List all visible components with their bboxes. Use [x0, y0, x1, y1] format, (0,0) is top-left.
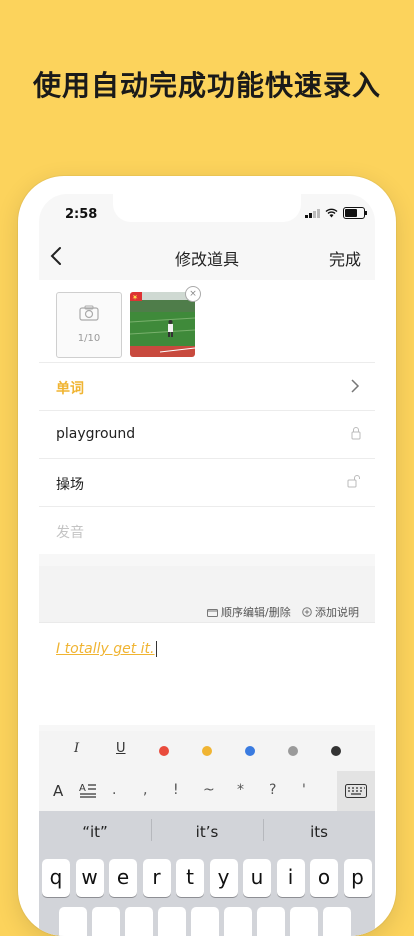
- note-text: I totally get it.: [56, 641, 157, 657]
- pronunciation-field[interactable]: 发音: [39, 506, 375, 554]
- phone-frame: 2:58 修改道具 完成 1/10 × 单词 playground 操场 发音 …: [18, 176, 396, 936]
- photo-count: 1/10: [77, 333, 101, 344]
- word-value: playground: [56, 426, 136, 442]
- keyboard-key[interactable]: [323, 907, 351, 936]
- symbol-key[interactable]: ,: [143, 782, 147, 798]
- promo-headline: 使用自动完成功能快速录入: [32, 69, 381, 102]
- underline-button[interactable]: U: [116, 741, 126, 756]
- meaning-field[interactable]: 操场: [39, 458, 375, 506]
- color-yellow-button[interactable]: [202, 746, 212, 756]
- chevron-right-icon: [351, 379, 360, 393]
- keyboard-key[interactable]: [125, 907, 153, 936]
- word-field[interactable]: playground: [39, 410, 375, 458]
- key-o[interactable]: o: [310, 859, 338, 897]
- battery-icon: [343, 207, 367, 219]
- add-note-button[interactable]: 添加说明: [302, 604, 359, 620]
- key-q[interactable]: q: [42, 859, 70, 897]
- note-editor[interactable]: I totally get it.: [39, 622, 375, 725]
- format-toolbar: I U: [39, 731, 375, 771]
- italic-button[interactable]: I: [74, 741, 79, 756]
- keyboard-icon: [345, 784, 367, 798]
- remove-photo-icon[interactable]: ×: [185, 286, 201, 302]
- hide-keyboard-button[interactable]: [337, 771, 375, 811]
- key-u[interactable]: u: [243, 859, 271, 897]
- symbol-key[interactable]: ~: [203, 782, 215, 798]
- keyboard-key[interactable]: [290, 907, 318, 936]
- lock-closed-icon[interactable]: [351, 426, 361, 440]
- key-e[interactable]: e: [109, 859, 137, 897]
- suggestion-item[interactable]: “it”: [39, 823, 151, 841]
- camera-icon: [79, 305, 99, 321]
- plus-circle-icon: [302, 607, 312, 617]
- svg-text:A: A: [79, 783, 86, 794]
- keyboard-key[interactable]: [257, 907, 285, 936]
- keyboard-key[interactable]: [92, 907, 120, 936]
- key-i[interactable]: i: [276, 859, 305, 897]
- meaning-value: 操场: [56, 477, 84, 493]
- page-title: 修改道具: [174, 250, 239, 269]
- reorder-label: 顺序编辑/删除: [221, 606, 291, 619]
- suggestion-item[interactable]: it’s: [151, 823, 263, 841]
- key-w[interactable]: w: [75, 859, 104, 897]
- photo-section: 1/10 ×: [39, 280, 375, 362]
- status-icons: [305, 207, 367, 219]
- keyboard-key[interactable]: [191, 907, 219, 936]
- done-button[interactable]: 完成: [329, 246, 361, 270]
- symbol-key[interactable]: *: [237, 782, 244, 798]
- signal-icon: [305, 208, 320, 218]
- suggestion-item[interactable]: its: [263, 823, 375, 841]
- key-t[interactable]: t: [176, 859, 204, 897]
- font-size-button[interactable]: A: [53, 782, 63, 800]
- wifi-icon: [325, 208, 338, 218]
- lock-open-icon[interactable]: [347, 474, 361, 488]
- add-note-label: 添加说明: [315, 606, 359, 619]
- navigation-bar: 修改道具 完成: [39, 236, 375, 276]
- text-caret: [155, 641, 157, 657]
- note-text-content: I totally get it.: [56, 641, 155, 657]
- category-row[interactable]: 单词: [39, 362, 375, 410]
- symbol-key[interactable]: ?: [269, 782, 276, 798]
- symbol-toolbar: A A . , ! ~ * ? ': [39, 771, 375, 811]
- app-screen: 2:58 修改道具 完成 1/10 × 单词 playground 操场 发音 …: [39, 194, 375, 936]
- key-y[interactable]: y: [209, 859, 238, 897]
- symbol-key[interactable]: !: [173, 782, 179, 798]
- note-tools: 顺序编辑/删除 添加说明: [39, 602, 375, 624]
- key-r[interactable]: r: [142, 859, 171, 897]
- reorder-delete-button[interactable]: 顺序编辑/删除: [207, 604, 291, 620]
- color-blue-button[interactable]: [245, 746, 255, 756]
- paragraph-format-icon[interactable]: A: [79, 782, 97, 798]
- keyboard-key[interactable]: [158, 907, 186, 936]
- folder-icon: [207, 608, 218, 617]
- pronunciation-placeholder: 发音: [56, 525, 84, 541]
- system-keyboard: “it” it’s its q w e r t y u i o p: [39, 811, 375, 936]
- key-p[interactable]: p: [343, 859, 372, 897]
- keyboard-key[interactable]: [59, 907, 87, 936]
- symbol-key[interactable]: ': [302, 782, 306, 798]
- device-notch: [113, 194, 301, 222]
- category-label: 单词: [56, 381, 84, 397]
- color-gray-button[interactable]: [288, 746, 298, 756]
- color-black-button[interactable]: [331, 746, 341, 756]
- playground-photo: [130, 292, 195, 357]
- photo-thumbnail[interactable]: [130, 292, 195, 357]
- color-red-button[interactable]: [159, 746, 169, 756]
- add-photo-button[interactable]: 1/10: [56, 292, 122, 358]
- keyboard-key[interactable]: [224, 907, 252, 936]
- symbol-key[interactable]: .: [112, 782, 116, 798]
- status-time: 2:58: [65, 207, 98, 222]
